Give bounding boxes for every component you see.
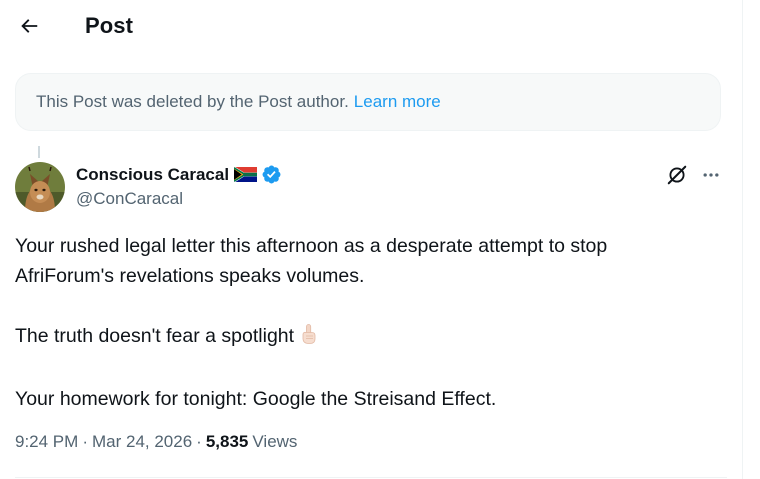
tweet-line-text: The truth doesn't fear a spotlight [15, 325, 295, 347]
divider [15, 477, 727, 478]
column-divider [742, 0, 743, 479]
tweet-date[interactable]: Mar 24, 2026 [92, 432, 192, 452]
south-africa-flag-icon [233, 166, 258, 183]
page-header: Post [0, 0, 742, 53]
separator-dot: · [196, 432, 202, 451]
caracal-avatar-icon [15, 162, 65, 212]
page-title: Post [85, 13, 134, 38]
more-options-button[interactable] [698, 162, 724, 188]
learn-more-link[interactable]: Learn more [354, 92, 441, 112]
tweet-text: Your rushed legal letter this afternoon … [15, 231, 725, 414]
tweet-line: Your rushed legal letter this afternoon … [15, 235, 608, 257]
notice-text: This Post was deleted by the Post author… [36, 92, 349, 111]
tweet-line: Your homework for tonight: Google the St… [15, 388, 497, 410]
views-label: Views [252, 432, 298, 451]
grok-icon [667, 165, 687, 185]
views-count: 5,835 [205, 432, 249, 451]
author-display-name: Conscious Caracal [76, 164, 230, 184]
back-button[interactable] [14, 11, 44, 41]
grok-button[interactable] [664, 162, 690, 188]
pointing-up-emoji-icon [298, 323, 320, 354]
avatar[interactable] [15, 162, 65, 212]
tweet-line: AfriForum's revelations speaks volumes. [15, 265, 365, 287]
tweet-line: The truth doesn't fear a spotlight [15, 321, 725, 354]
tweet-metadata: 9:24 PM · Mar 24, 2026 · 5,835 Views [15, 432, 297, 452]
arrow-left-icon [21, 19, 38, 33]
tweet-time[interactable]: 9:24 PM [15, 432, 78, 452]
author-handle[interactable]: @ConCaracal [76, 189, 183, 209]
thread-connector-line [38, 146, 40, 158]
more-horizontal-icon [703, 173, 719, 177]
author-name[interactable]: Conscious Caracal [76, 164, 282, 185]
deleted-post-notice: This Post was deleted by the Post author… [15, 73, 721, 131]
separator-dot: · [82, 432, 88, 451]
verified-badge-icon[interactable] [261, 164, 282, 185]
